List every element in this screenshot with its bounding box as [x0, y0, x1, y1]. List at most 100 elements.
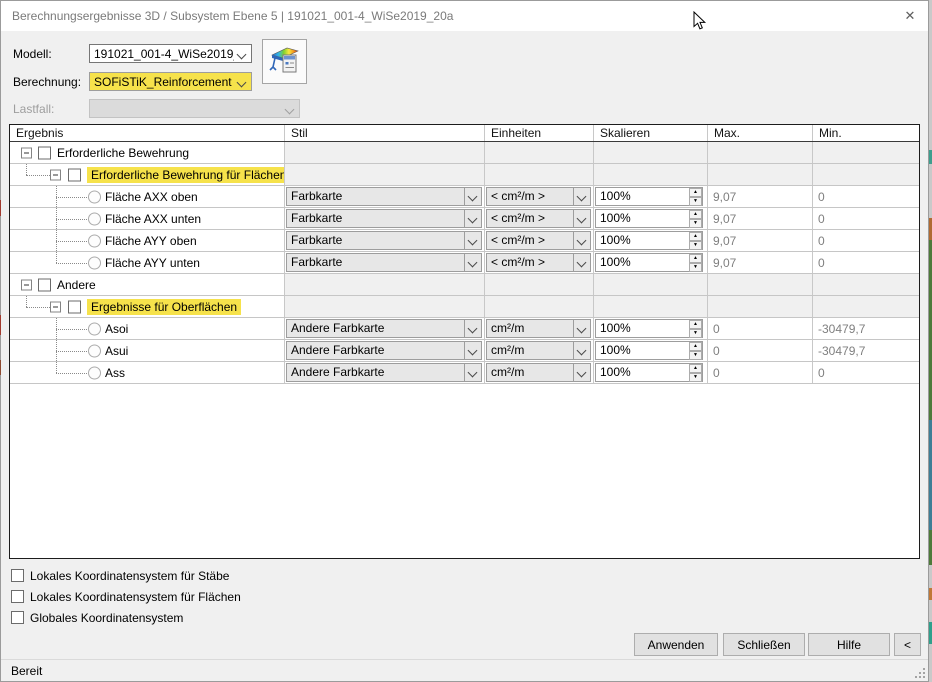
table-row: Andere [10, 274, 919, 296]
titlebar: Berechnungsergebnisse 3D / Subsystem Ebe… [1, 1, 928, 31]
chevron-down-icon[interactable] [573, 254, 590, 271]
row-checkbox[interactable] [68, 300, 81, 313]
row-checkbox[interactable] [68, 168, 81, 181]
scale-input[interactable]: 100% ▲ ▼ [595, 187, 703, 206]
chevron-down-icon[interactable] [464, 342, 481, 359]
style-select[interactable]: Andere Farbkarte [286, 341, 482, 360]
unit-select[interactable]: cm²/m [486, 341, 591, 360]
collapse-button[interactable]: < [894, 633, 921, 656]
row-radio[interactable] [88, 256, 101, 269]
table-row: Fläche AXX unten Farbkarte < cm²/m > 100… [10, 208, 919, 230]
row-radio[interactable] [88, 344, 101, 357]
scale-input[interactable]: 100% ▲ ▼ [595, 209, 703, 228]
unit-select[interactable]: < cm²/m > [486, 209, 591, 228]
result-cell: Andere [10, 274, 285, 295]
scale-spinner: ▲ ▼ [689, 320, 702, 337]
calculation-select[interactable]: SOFiSTiK_Reinforcement (201 [89, 72, 252, 91]
chevron-down-icon[interactable] [573, 210, 590, 227]
close-button[interactable]: Schließen [723, 633, 805, 656]
chevron-down-icon[interactable] [573, 320, 590, 337]
resize-grip-icon[interactable] [912, 665, 925, 678]
spin-up-icon[interactable]: ▲ [689, 254, 702, 263]
spin-down-icon[interactable]: ▼ [689, 351, 702, 360]
scale-input[interactable]: 100% ▲ ▼ [595, 231, 703, 250]
row-radio[interactable] [88, 322, 101, 335]
chevron-down-icon[interactable] [464, 188, 481, 205]
row-radio[interactable] [88, 190, 101, 203]
style-select[interactable]: Andere Farbkarte [286, 319, 482, 338]
spin-up-icon[interactable]: ▲ [689, 342, 702, 351]
model-select[interactable]: 191021_001-4_WiSe2019_20 [89, 44, 252, 63]
option-label: Globales Koordinatensystem [30, 611, 183, 625]
chevron-down-icon[interactable] [234, 73, 251, 90]
style-select[interactable]: Farbkarte [286, 187, 482, 206]
style-cell: Andere Farbkarte [285, 318, 485, 339]
unit-select[interactable]: cm²/m [486, 363, 591, 382]
chevron-down-icon[interactable] [464, 254, 481, 271]
row-radio[interactable] [88, 366, 101, 379]
max-value: 9,07 [713, 190, 736, 204]
column-header-skalieren: Skalieren [594, 125, 708, 141]
spin-down-icon[interactable]: ▼ [689, 197, 702, 206]
spin-up-icon[interactable]: ▲ [689, 232, 702, 241]
option-checkbox[interactable] [11, 611, 24, 624]
tree-collapse-icon[interactable] [21, 279, 32, 290]
row-checkbox[interactable] [38, 146, 51, 159]
apply-button[interactable]: Anwenden [634, 633, 718, 656]
style-cell: Farbkarte [285, 230, 485, 251]
spin-down-icon[interactable]: ▼ [689, 263, 702, 272]
row-checkbox[interactable] [38, 278, 51, 291]
spin-down-icon[interactable]: ▼ [689, 219, 702, 228]
result-cell: Ergebnisse für Oberflächen [10, 296, 285, 317]
chevron-down-icon[interactable] [573, 188, 590, 205]
style-value: Farbkarte [287, 254, 464, 271]
help-button[interactable]: Hilfe [808, 633, 890, 656]
option-checkbox[interactable] [11, 569, 24, 582]
option-checkbox[interactable] [11, 590, 24, 603]
scale-input[interactable]: 100% ▲ ▼ [595, 341, 703, 360]
scale-input[interactable]: 100% ▲ ▼ [595, 363, 703, 382]
close-icon[interactable]: ✕ [901, 8, 919, 24]
unit-cell: cm²/m [485, 362, 594, 383]
max-cell: 9,07 [708, 252, 813, 273]
tree-collapse-icon[interactable] [21, 147, 32, 158]
unit-value: < cm²/m > [487, 254, 573, 271]
max-cell: 0 [708, 318, 813, 339]
unit-cell: < cm²/m > [485, 252, 594, 273]
chevron-down-icon[interactable] [464, 232, 481, 249]
style-select[interactable]: Farbkarte [286, 209, 482, 228]
scale-input[interactable]: 100% ▲ ▼ [595, 253, 703, 272]
style-select[interactable]: Andere Farbkarte [286, 363, 482, 382]
spin-down-icon[interactable]: ▼ [689, 241, 702, 250]
display-settings-button[interactable] [262, 39, 307, 84]
chevron-down-icon[interactable] [573, 232, 590, 249]
chevron-down-icon[interactable] [234, 45, 251, 62]
row-radio[interactable] [88, 234, 101, 247]
spin-down-icon[interactable]: ▼ [689, 329, 702, 338]
scale-input[interactable]: 100% ▲ ▼ [595, 319, 703, 338]
unit-select[interactable]: cm²/m [486, 319, 591, 338]
spin-down-icon[interactable]: ▼ [689, 373, 702, 382]
chevron-down-icon[interactable] [464, 320, 481, 337]
row-radio[interactable] [88, 212, 101, 225]
status-text: Bereit [11, 664, 42, 678]
spin-up-icon[interactable]: ▲ [689, 188, 702, 197]
row-label: Andere [57, 278, 96, 292]
unit-select[interactable]: < cm²/m > [486, 231, 591, 250]
unit-select[interactable]: < cm²/m > [486, 187, 591, 206]
chevron-down-icon[interactable] [464, 364, 481, 381]
unit-select[interactable]: < cm²/m > [486, 253, 591, 272]
tree-collapse-icon[interactable] [50, 169, 61, 180]
table-row: Ergebnisse für Oberflächen [10, 296, 919, 318]
spin-up-icon[interactable]: ▲ [689, 320, 702, 329]
chevron-down-icon[interactable] [573, 364, 590, 381]
style-select[interactable]: Farbkarte [286, 253, 482, 272]
tree-collapse-icon[interactable] [50, 301, 61, 312]
spin-up-icon[interactable]: ▲ [689, 364, 702, 373]
style-cell: Farbkarte [285, 186, 485, 207]
spin-up-icon[interactable]: ▲ [689, 210, 702, 219]
chevron-down-icon[interactable] [573, 342, 590, 359]
style-select[interactable]: Farbkarte [286, 231, 482, 250]
result-cell: Asui [10, 340, 285, 361]
chevron-down-icon[interactable] [464, 210, 481, 227]
